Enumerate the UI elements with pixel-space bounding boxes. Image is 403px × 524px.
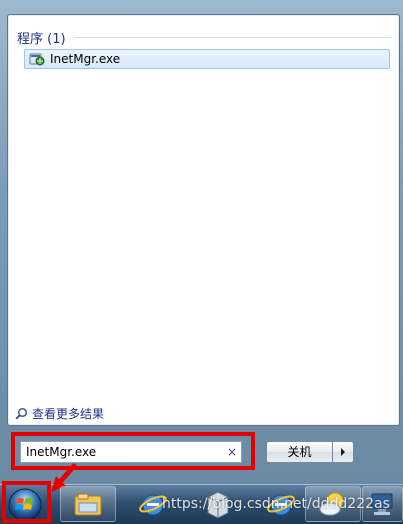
see-more-results-link[interactable]: 查看更多结果 bbox=[15, 404, 104, 422]
programs-section-header: 程序 (1) bbox=[17, 27, 391, 47]
start-search-input[interactable]: InetMgr.exe × bbox=[20, 441, 242, 463]
windows-start-orb-icon[interactable] bbox=[8, 488, 42, 522]
search-icon bbox=[15, 407, 28, 420]
search-input-value[interactable]: InetMgr.exe bbox=[21, 442, 223, 462]
watermark-text: https://blog.csdn.net/dddd222as bbox=[162, 496, 390, 512]
section-divider bbox=[73, 36, 391, 38]
taskbar-item-explorer[interactable] bbox=[60, 486, 116, 522]
shutdown-options-button[interactable] bbox=[332, 441, 354, 463]
result-item-label: InetMgr.exe bbox=[50, 52, 121, 66]
shutdown-button[interactable]: 关机 bbox=[266, 441, 332, 463]
iis-manager-icon bbox=[29, 53, 45, 66]
result-item-inetmgr[interactable]: InetMgr.exe bbox=[24, 49, 390, 69]
chevron-right-icon bbox=[341, 448, 345, 456]
see-more-results-label: 查看更多结果 bbox=[32, 406, 105, 421]
programs-section-title: 程序 (1) bbox=[17, 31, 66, 47]
folder-icon bbox=[74, 493, 102, 516]
clear-search-icon[interactable]: × bbox=[223, 445, 241, 459]
shutdown-button-group: 关机 bbox=[266, 441, 356, 463]
start-menu-results-pane: 程序 (1) InetMgr.exe 查看更多结果 bbox=[7, 14, 400, 426]
